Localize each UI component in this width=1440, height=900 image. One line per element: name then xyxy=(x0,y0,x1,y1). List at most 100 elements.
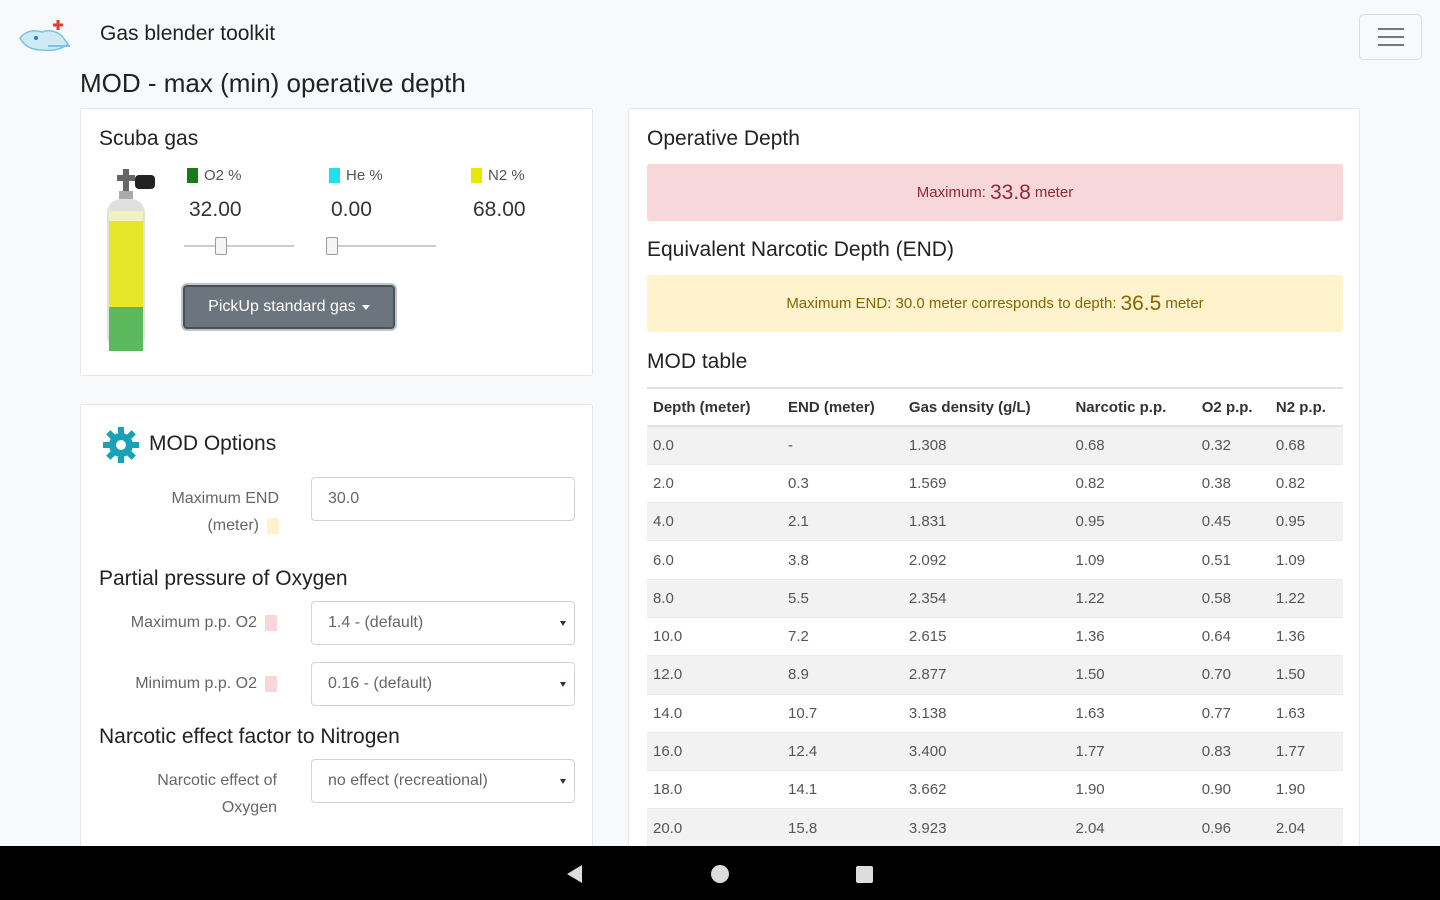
results-card: Operative Depth Maximum: 33.8 meter Equi… xyxy=(628,108,1360,868)
max-ppo2-swatch xyxy=(265,614,277,631)
table-header-cell: END (meter) xyxy=(782,387,903,427)
max-depth-value: 33.8 xyxy=(989,180,1031,204)
he-slider[interactable] xyxy=(326,234,436,258)
he-label: He % xyxy=(346,167,383,184)
table-cell: 0.82 xyxy=(1269,463,1343,503)
mod-table-title: MOD table xyxy=(647,350,748,373)
end-title: Equivalent Narcotic Depth (END) xyxy=(647,238,954,261)
table-cell: 1.09 xyxy=(1269,540,1343,580)
hamburger-icon-line xyxy=(1378,44,1404,46)
table-cell: 1.569 xyxy=(902,463,1070,503)
he-slider-track xyxy=(326,245,436,247)
recent-apps-icon[interactable] xyxy=(856,866,873,883)
pickup-standard-gas-button[interactable]: PickUp standard gas xyxy=(183,285,395,329)
table-cell: 0.64 xyxy=(1195,616,1270,656)
max-end-input[interactable]: 30.0 xyxy=(311,477,575,521)
table-cell: 0.0 xyxy=(647,425,783,465)
back-icon[interactable] xyxy=(567,865,582,883)
min-ppo2-label-text: Minimum p.p. O2 xyxy=(135,675,257,692)
table-row: 14.0 10.7 3.138 1.63 0.77 1.63 xyxy=(647,693,1343,733)
table-cell: 1.22 xyxy=(1069,578,1196,618)
table-row: 8.0 5.5 2.354 1.22 0.58 1.22 xyxy=(647,578,1343,618)
o2-slider-thumb[interactable] xyxy=(215,237,228,255)
table-cell: 0.83 xyxy=(1195,731,1270,771)
hamburger-menu-button[interactable] xyxy=(1359,14,1422,60)
table-cell: 0.68 xyxy=(1269,425,1343,465)
max-end-label-line1: Maximum END xyxy=(171,490,279,507)
table-cell: 0.51 xyxy=(1195,540,1270,580)
table-cell: 0.58 xyxy=(1195,578,1270,618)
n2-column: N2 % 68.00 xyxy=(471,167,601,222)
end-alert: Maximum END: 30.0 meter corresponds to d… xyxy=(647,275,1343,332)
narcotic-heading: Narcotic effect factor to Nitrogen xyxy=(99,725,400,748)
table-cell: 20.0 xyxy=(647,808,783,848)
table-cell: 3.662 xyxy=(902,770,1070,809)
table-row: 6.0 3.8 2.092 1.09 0.51 1.09 xyxy=(647,540,1343,580)
ppo2-heading: Partial pressure of Oxygen xyxy=(99,567,348,590)
table-row: 12.0 8.9 2.877 1.50 0.70 1.50 xyxy=(647,655,1343,695)
navbar: Gas blender toolkit xyxy=(0,0,1440,68)
table-cell: 2.04 xyxy=(1069,808,1196,848)
table-cell: 2.354 xyxy=(902,578,1070,618)
table-cell: 2.877 xyxy=(902,655,1070,695)
home-icon[interactable] xyxy=(711,865,729,883)
table-cell: 2.04 xyxy=(1269,808,1343,848)
o2-swatch xyxy=(187,168,198,183)
end-color-swatch xyxy=(267,517,279,534)
table-cell: 2.092 xyxy=(902,540,1070,580)
table-cell: 8.9 xyxy=(782,655,903,695)
end-prefix: Maximum END: 30.0 meter corresponds to d… xyxy=(786,295,1117,312)
o2-slider-track xyxy=(184,245,294,247)
table-cell: 2.0 xyxy=(647,463,783,503)
he-column: He % 0.00 xyxy=(329,167,459,222)
table-cell: 14.1 xyxy=(782,770,903,809)
n2-value: 68.00 xyxy=(473,198,526,221)
mod-table: Depth (meter) END (meter) Gas density (g/L… xyxy=(647,387,1343,848)
table-cell: 18.0 xyxy=(647,770,783,809)
max-ppo2-select[interactable]: 1.4 - (default) xyxy=(311,601,575,645)
narcotic-effect-select[interactable]: no effect (recreational) xyxy=(311,759,575,803)
table-row: 0.0-1.308 0.68 0.32 0.68 xyxy=(647,425,1343,465)
he-swatch xyxy=(329,168,340,183)
system-navigation-bar xyxy=(0,846,1440,900)
table-cell: 0.38 xyxy=(1195,463,1270,503)
table-cell: 1.308 xyxy=(902,425,1070,465)
table-cell: 3.400 xyxy=(902,731,1070,771)
table-cell: 10.7 xyxy=(782,693,903,733)
he-value: 0.00 xyxy=(331,198,372,221)
table-cell: 0.95 xyxy=(1269,502,1343,541)
mod-options-card: MOD Options Maximum END (meter) 30.0 Par… xyxy=(80,404,593,864)
table-cell: 2.615 xyxy=(902,616,1070,656)
caret-down-icon xyxy=(361,304,370,310)
table-cell: 1.77 xyxy=(1069,731,1196,771)
mod-options-title: MOD Options xyxy=(149,432,277,455)
table-cell: 1.36 xyxy=(1269,616,1343,656)
table-cell: 3.923 xyxy=(902,808,1070,848)
min-ppo2-select[interactable]: 0.16 - (default) xyxy=(311,662,575,706)
max-ppo2-label: Maximum p.p. O2 xyxy=(91,609,277,636)
table-cell: 1.63 xyxy=(1269,693,1343,733)
max-end-label: Maximum END (meter) xyxy=(121,485,279,539)
app-title[interactable]: Gas blender toolkit xyxy=(100,22,275,46)
table-header-cell: Depth (meter) xyxy=(647,387,783,427)
narcotic-label: Narcotic effect of Oxygen xyxy=(101,767,277,821)
scuba-gas-card: Scuba gas O2 % 32.00 He % 0.00 N2 % 68.0… xyxy=(80,108,593,376)
table-cell: 3.138 xyxy=(902,693,1070,733)
max-ppo2-label-text: Maximum p.p. O2 xyxy=(130,614,257,631)
table-cell: 0.90 xyxy=(1195,770,1270,809)
table-cell: 2.1 xyxy=(782,502,903,541)
min-ppo2-label: Minimum p.p. O2 xyxy=(91,670,277,697)
pickup-label: PickUp standard gas xyxy=(208,298,356,315)
table-cell: 7.2 xyxy=(782,616,903,656)
table-cell: 1.36 xyxy=(1069,616,1196,656)
operative-depth-title: Operative Depth xyxy=(647,127,800,150)
he-slider-thumb[interactable] xyxy=(326,237,338,255)
table-cell: 1.63 xyxy=(1069,693,1196,733)
max-depth-alert: Maximum: 33.8 meter xyxy=(647,164,1343,221)
n2-label: N2 % xyxy=(488,167,525,184)
app-logo-icon xyxy=(19,20,70,52)
o2-slider[interactable] xyxy=(184,234,294,258)
end-value: 36.5 xyxy=(1120,291,1162,315)
hamburger-icon-line xyxy=(1378,36,1404,38)
end-unit: meter xyxy=(1165,295,1204,312)
